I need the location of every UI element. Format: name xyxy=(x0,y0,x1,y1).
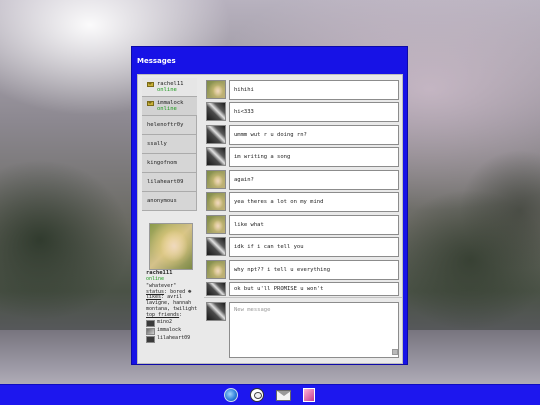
message-avatar xyxy=(206,147,226,166)
resize-grip-icon[interactable] xyxy=(392,349,398,355)
contact-item-immalock[interactable]: immalock online xyxy=(142,97,197,116)
friend-avatar xyxy=(146,319,155,327)
message-bubble: like what xyxy=(229,215,399,235)
message-bubble: idk if i can tell you xyxy=(229,237,399,257)
contact-name: helenoftr0y xyxy=(147,122,184,128)
contact-name: ssally xyxy=(147,141,167,147)
message-bubble: yea theres a lot on my mind xyxy=(229,192,399,212)
emoji-icon: ☻ xyxy=(188,288,192,295)
compose-divider xyxy=(204,297,402,298)
message-bubble: ummm wut r u doing rn? xyxy=(229,125,399,145)
profile-card: rache111 online "whatever" status: bored… xyxy=(146,270,202,343)
contact-item-lilaheart09[interactable]: lilaheart09 xyxy=(142,173,197,192)
message-bubble: why npt?? i tell u everything xyxy=(229,260,399,280)
user-icon[interactable] xyxy=(303,388,315,402)
globe-icon[interactable] xyxy=(224,388,238,402)
friend-avatar xyxy=(146,335,155,343)
top-friends: top friends: mino2 immalock lilaheart09 xyxy=(146,312,202,343)
friend-item[interactable]: immalock xyxy=(146,327,202,335)
top-friends-label: top friends xyxy=(146,312,180,319)
message-bubble: hi<333 xyxy=(229,102,399,122)
message-bubble: hihihi xyxy=(229,80,399,100)
message-avatar xyxy=(206,260,226,279)
contact-item-kingofnom[interactable]: kingofnom xyxy=(142,154,197,173)
profile-picture[interactable] xyxy=(149,223,193,270)
contact-name: kingofnom xyxy=(147,160,177,166)
compose-avatar xyxy=(206,302,226,321)
message-bubble: ok but u'll PROMISE u won't xyxy=(229,282,399,296)
message-avatar xyxy=(206,237,226,256)
envelope-icon xyxy=(147,100,154,106)
contact-item-rachel11[interactable]: rachel11 online xyxy=(142,78,197,97)
contact-item-ssally[interactable]: ssally xyxy=(142,135,197,154)
friend-name: lilaheart09 xyxy=(157,335,191,342)
taskbar xyxy=(0,384,540,405)
message-avatar xyxy=(206,102,226,121)
new-message-input[interactable] xyxy=(229,302,399,358)
contact-item-anonymous[interactable]: anonymous xyxy=(142,192,197,211)
contact-status: online xyxy=(157,87,177,93)
friend-item[interactable]: mino2 xyxy=(146,319,202,327)
profile-status: online xyxy=(146,275,165,282)
profile-likes: likes: avril lavigne, hannah montana, tw… xyxy=(146,295,202,312)
contact-name: anonymous xyxy=(147,198,177,204)
message-avatar xyxy=(206,80,226,99)
message-bubble: im writing a song xyxy=(229,147,399,167)
contact-name: lilaheart09 xyxy=(147,179,184,185)
contact-status: online xyxy=(157,106,177,112)
message-avatar xyxy=(206,282,226,296)
chat-icon[interactable] xyxy=(250,388,264,402)
envelope-icon xyxy=(147,81,154,87)
friend-name: mino2 xyxy=(157,319,173,326)
contact-item-helenoftr0y[interactable]: helenoftr0y xyxy=(142,116,197,135)
friend-item[interactable]: lilaheart09 xyxy=(146,335,202,343)
contact-list: rachel11 online immalock online helenoft… xyxy=(142,78,197,211)
window-title: Messages xyxy=(137,57,176,65)
messages-panel: rachel11 online immalock online helenoft… xyxy=(137,74,403,364)
friend-name: immalock xyxy=(157,327,182,334)
message-avatar xyxy=(206,170,226,189)
message-bubble: again? xyxy=(229,170,399,190)
message-avatar xyxy=(206,215,226,234)
mail-icon[interactable] xyxy=(276,390,291,401)
message-avatar xyxy=(206,192,226,211)
message-avatar xyxy=(206,125,226,144)
messages-window: Messages rachel11 online immalock online… xyxy=(131,46,408,365)
friend-avatar xyxy=(146,327,155,335)
